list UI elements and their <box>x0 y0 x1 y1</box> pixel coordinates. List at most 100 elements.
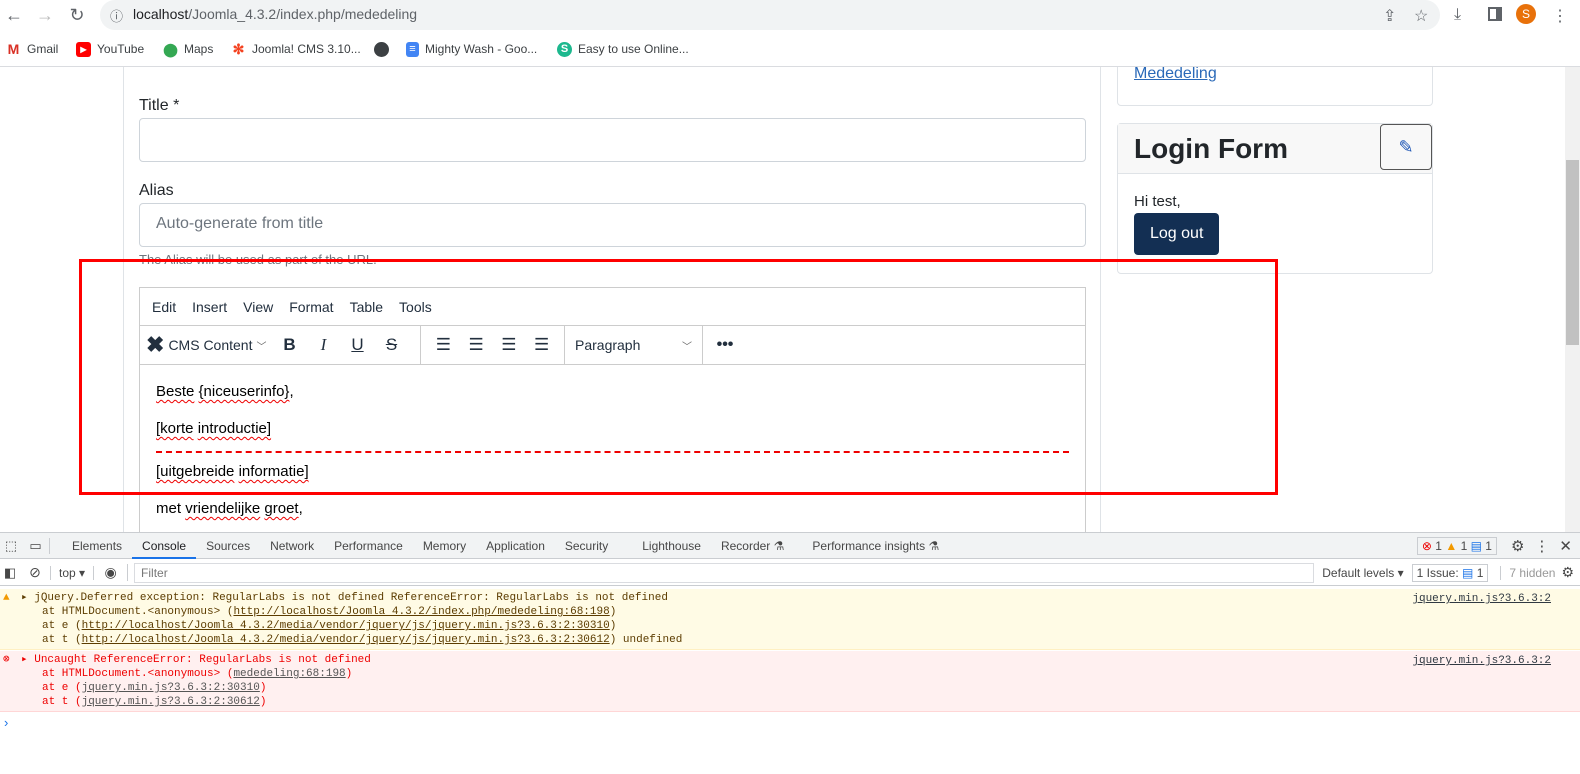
bookmark-youtube[interactable]: ▶ YouTube <box>76 40 144 58</box>
content-word: , <box>298 500 303 517</box>
bookmark-gmail[interactable]: M Gmail <box>6 40 59 58</box>
download-icon[interactable]: ⤓ <box>1454 6 1461 24</box>
filter-input[interactable]: Filter <box>134 562 1315 583</box>
page-scrollbar-thumb[interactable] <box>1566 160 1579 345</box>
message-body: jQuery.Deferred exception: RegularLabs i… <box>34 592 668 604</box>
star-icon[interactable]: ☆ <box>1414 6 1428 26</box>
hidden-count: 7 hidden <box>1500 565 1555 580</box>
stack-line: at t (http://localhost/Joomla 4.3.2/medi… <box>0 633 1580 647</box>
gmail-icon: M <box>7 40 20 57</box>
title-input[interactable] <box>139 118 1086 162</box>
settings-icon[interactable]: ⚙ <box>1511 537 1524 555</box>
title-label: Title * <box>139 97 180 114</box>
edit-module-button[interactable]: ✎ <box>1380 124 1432 170</box>
message-source-link[interactable]: jquery.min.js?3.6.3:2 <box>1412 592 1551 606</box>
issues-count: 1 <box>1476 565 1484 580</box>
devtools-tabs: ⬚ ▭ Elements Console Sources Network Per… <box>0 533 1580 559</box>
warning-count: 1 <box>1460 538 1468 553</box>
url-text[interactable]: localhost/Joomla_4.3.2/index.php/mededel… <box>133 6 417 22</box>
globe-icon <box>374 41 389 57</box>
message-source-link[interactable]: jquery.min.js?3.6.3:2 <box>1412 654 1551 668</box>
info-icon[interactable]: ⓘ <box>110 6 123 25</box>
live-expression-icon[interactable]: ◉ <box>94 564 129 581</box>
bookmark-label: Gmail <box>27 42 59 56</box>
stack-link[interactable]: mededeling:68:198 <box>233 668 345 680</box>
bookmark-label: YouTube <box>97 42 145 56</box>
default-levels-select[interactable]: Default levels ▾ <box>1314 566 1411 580</box>
context-value: top <box>59 565 76 580</box>
tab-elements[interactable]: Elements <box>62 533 132 559</box>
error-icon: ⊗ <box>1421 538 1432 553</box>
issues-button[interactable]: 1 Issue: ▤ 1 <box>1411 563 1489 582</box>
edit-icon: ✎ <box>1398 137 1414 157</box>
message-text[interactable]: ▸ Uncaught ReferenceError: RegularLabs i… <box>0 653 1580 667</box>
tab-console[interactable]: Console <box>132 533 197 559</box>
clear-console-icon[interactable]: ⊘ <box>20 564 50 581</box>
share-icon[interactable]: ⇪ <box>1383 6 1396 26</box>
forward-icon[interactable]: → <box>34 4 56 26</box>
warning-icon: ▲ <box>3 592 10 604</box>
avatar[interactable]: S <box>1516 4 1536 24</box>
warning-icon: ▲ <box>1445 538 1458 553</box>
highlight-annotation-box <box>79 259 1278 495</box>
stack-link[interactable]: http://localhost/Joomla 4.3.2/index.php/… <box>233 606 609 618</box>
reload-icon[interactable]: ↻ <box>66 4 88 26</box>
tab-lighthouse[interactable]: Lighthouse <box>632 533 711 559</box>
tab-recorder[interactable]: Recorder ⚗ <box>711 533 794 559</box>
context-select[interactable]: top ▾ <box>50 565 95 580</box>
more-menu-icon[interactable]: ⋮ <box>1552 6 1568 26</box>
stack-link[interactable]: jquery.min.js?3.6.3:2:30612 <box>82 696 260 708</box>
tab-memory[interactable]: Memory <box>413 533 476 559</box>
console-warning-message: ▲ ▸ jQuery.Deferred exception: RegularLa… <box>0 589 1580 650</box>
bookmark-joomla[interactable]: ✻ Joomla! CMS 3.10... <box>231 40 361 58</box>
stack-link[interactable]: http://localhost/Joomla 4.3.2/media/vend… <box>82 634 610 646</box>
stack-prefix: at t ( <box>42 634 82 646</box>
tab-security[interactable]: Security <box>555 533 618 559</box>
bookmark-easy[interactable]: S Easy to use Online... <box>557 40 689 58</box>
menu-module: Mededeling <box>1117 67 1433 106</box>
docs-icon: ≡ <box>406 41 419 57</box>
content-word: met <box>156 500 182 517</box>
url-host: localhost <box>133 6 189 22</box>
tab-application[interactable]: Application <box>476 533 555 559</box>
info-count: 1 <box>1485 538 1492 553</box>
stack-suffix: ) undefined <box>609 634 683 646</box>
stack-link[interactable]: jquery.min.js?3.6.3:2:30310 <box>82 682 260 694</box>
more-options-icon[interactable]: ⋮ <box>1534 537 1549 555</box>
console-settings-icon[interactable]: ⚙ <box>1561 564 1574 581</box>
bookmark-globe[interactable] <box>374 40 389 58</box>
inspect-icon[interactable]: ⬚ <box>0 538 22 554</box>
issue-counters[interactable]: ⊗ 1 ▲ 1 ▤ 1 <box>1416 536 1497 555</box>
console-error-message: ⊗ ▸ Uncaught ReferenceError: RegularLabs… <box>0 651 1580 712</box>
alias-input[interactable]: Auto-generate from title <box>139 203 1086 247</box>
stack-line: at e (jquery.min.js?3.6.3:2:30310) <box>0 681 1580 695</box>
stack-prefix: at e ( <box>42 620 82 632</box>
alias-label: Alias <box>139 182 174 199</box>
levels-value: Default levels <box>1322 565 1395 580</box>
device-toolbar-icon[interactable]: ▭ <box>22 537 50 554</box>
tab-sources[interactable]: Sources <box>196 533 260 559</box>
sidepanel-icon[interactable] <box>1488 7 1502 21</box>
bookmark-mighty-wash[interactable]: ≡ Mighty Wash - Goo... <box>406 40 537 58</box>
logout-button[interactable]: Log out <box>1134 213 1220 255</box>
stack-suffix: ) <box>345 668 353 680</box>
info-icon: ▤ <box>1470 538 1482 553</box>
close-devtools-icon[interactable]: ✕ <box>1559 537 1572 555</box>
tab-network[interactable]: Network <box>260 533 324 559</box>
message-text[interactable]: ▸ jQuery.Deferred exception: RegularLabs… <box>0 591 1580 605</box>
stack-link[interactable]: http://localhost/Joomla 4.3.2/media/vend… <box>82 620 610 632</box>
joomla-icon: ✻ <box>232 40 245 57</box>
login-form-title: Login Form <box>1134 133 1288 164</box>
stack-prefix: at e ( <box>42 682 82 694</box>
back-icon[interactable]: ← <box>3 4 25 26</box>
bookmark-label: Easy to use Online... <box>578 42 689 56</box>
message-body: Uncaught ReferenceError: RegularLabs is … <box>34 654 371 666</box>
console-prompt[interactable]: › <box>4 715 8 730</box>
error-count: 1 <box>1435 538 1442 553</box>
tab-performance-insights[interactable]: Performance insights ⚗ <box>802 533 949 559</box>
tab-performance[interactable]: Performance <box>324 533 413 559</box>
devtools-panel: ⬚ ▭ Elements Console Sources Network Per… <box>0 532 1580 774</box>
bookmark-maps[interactable]: ⬤ Maps <box>163 40 213 58</box>
sidebar-toggle-icon[interactable]: ◧ <box>0 565 20 581</box>
mededeling-link[interactable]: Mededeling <box>1134 67 1217 83</box>
